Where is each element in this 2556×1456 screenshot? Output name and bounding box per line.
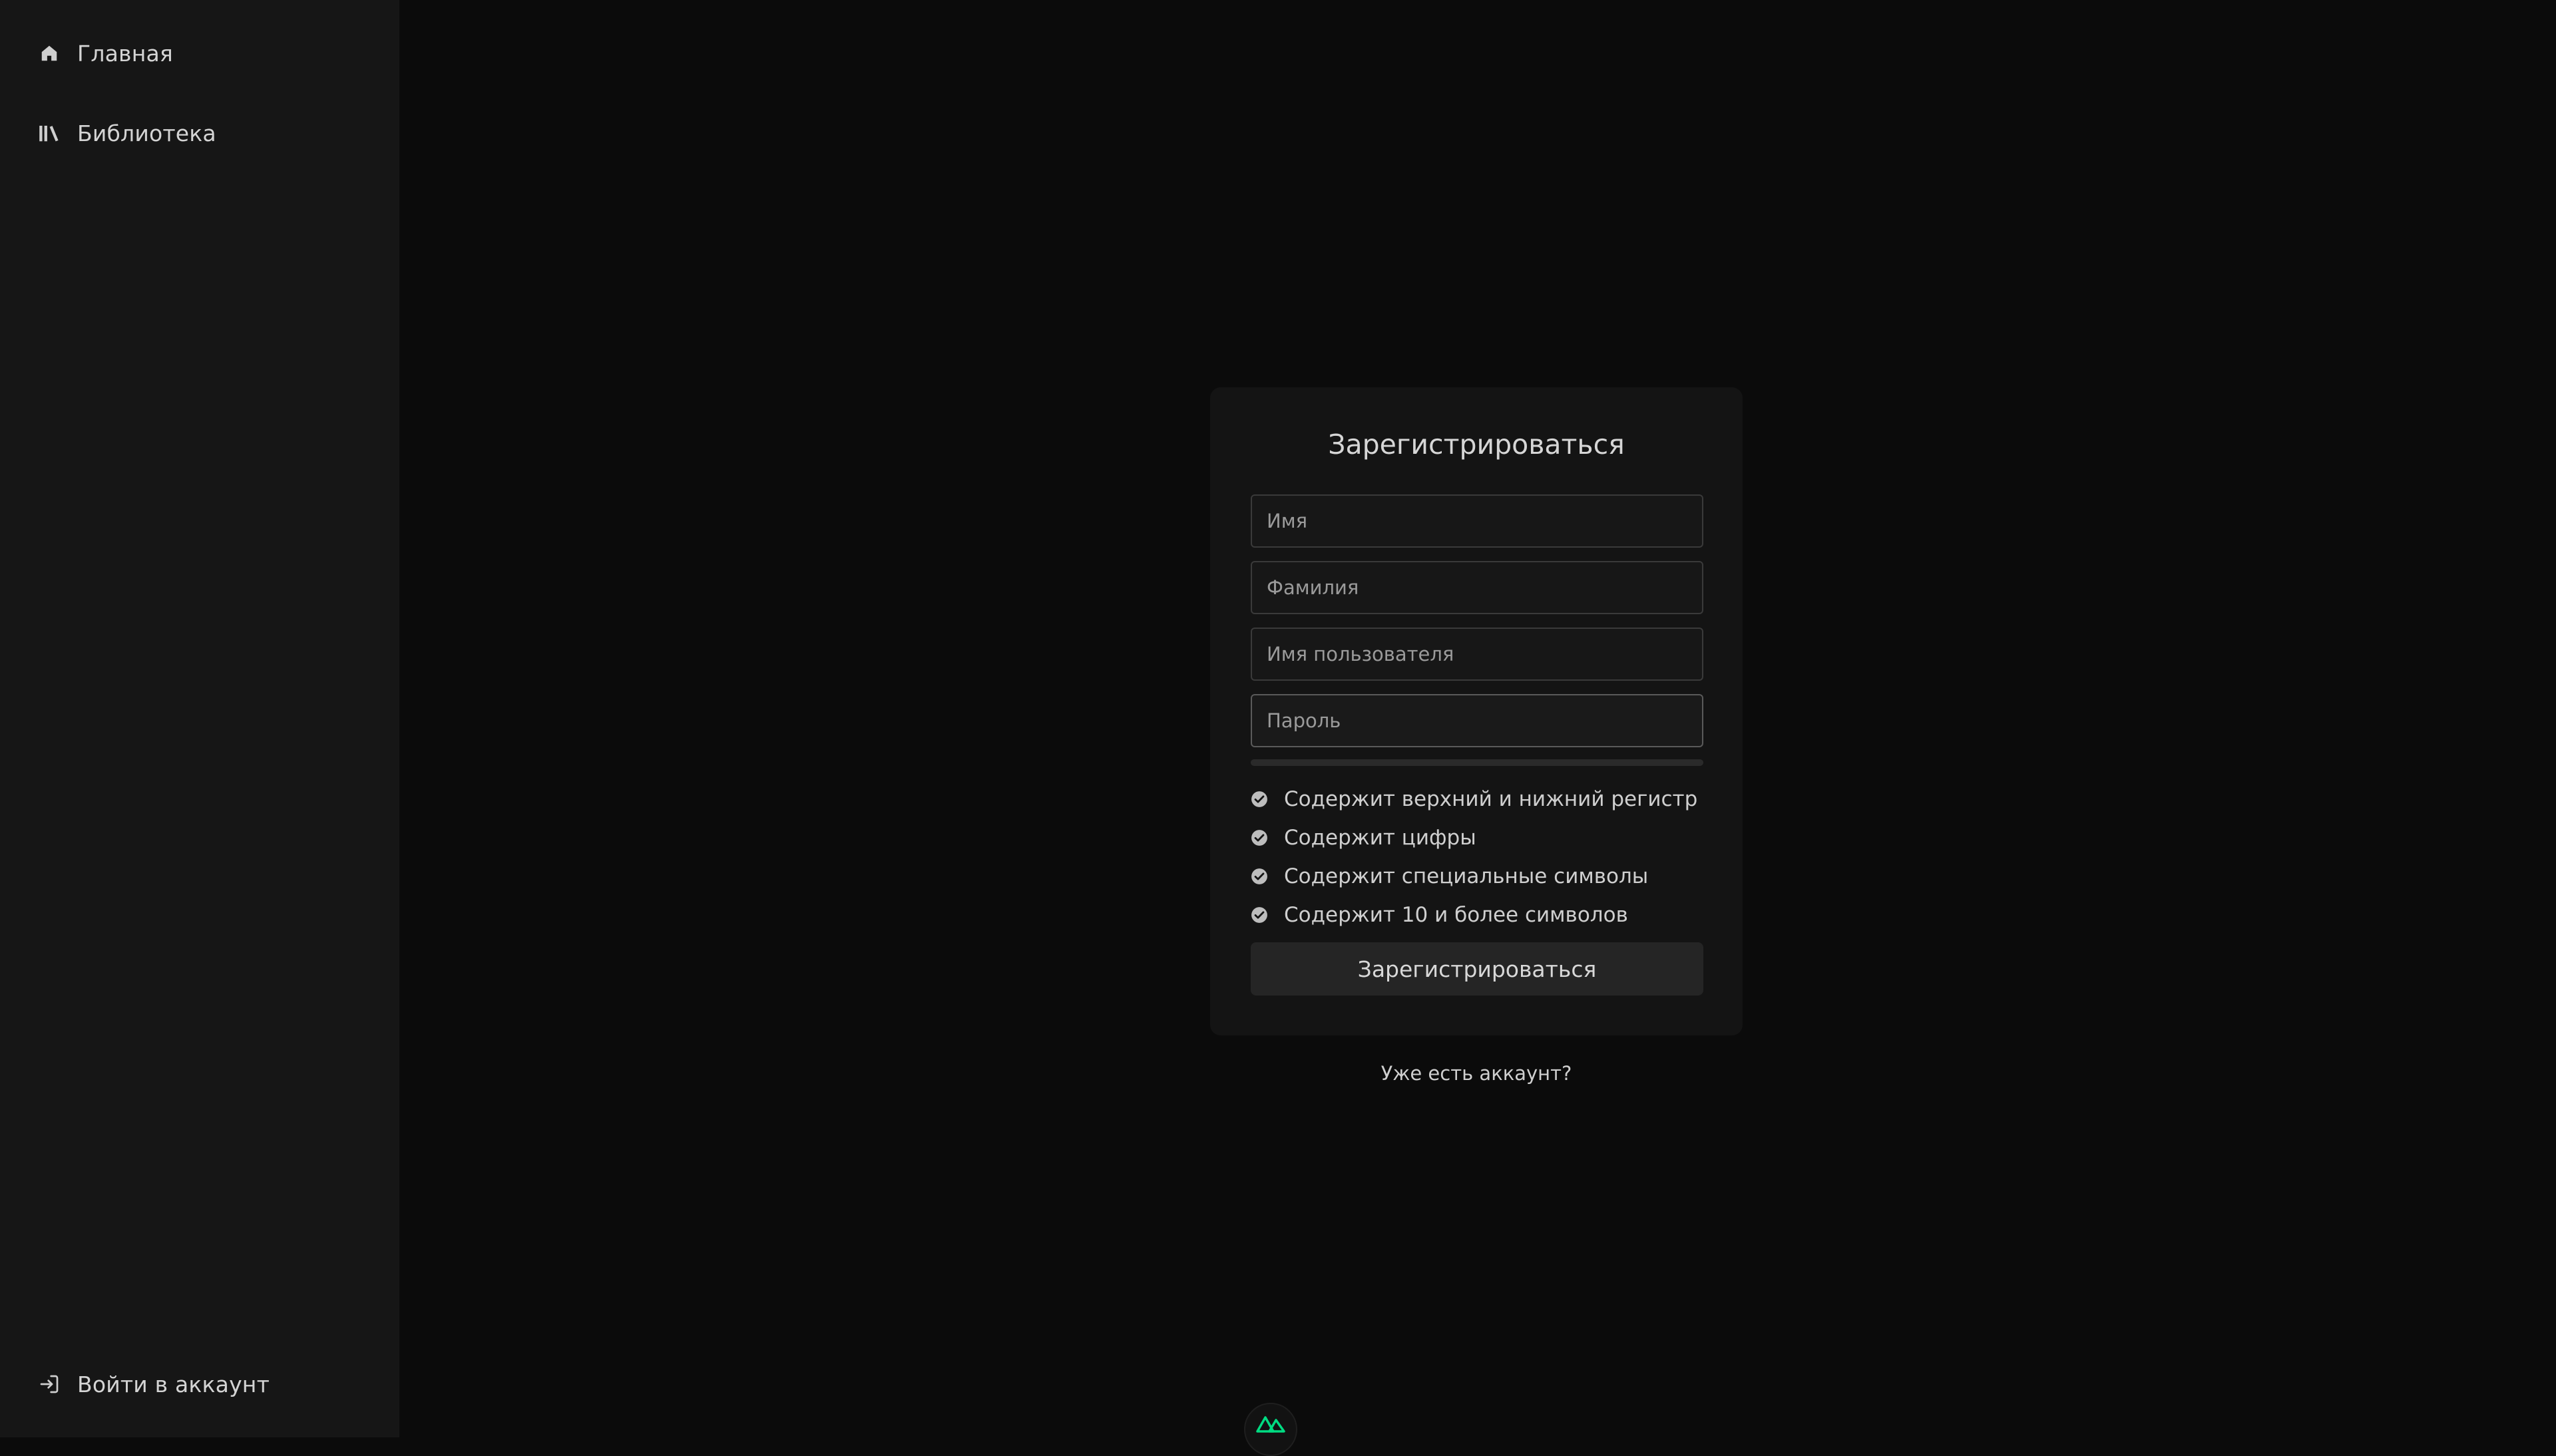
sidebar-footer-label: Войти в аккаунт [77, 1371, 270, 1397]
sidebar-item-login[interactable]: Войти в аккаунт [37, 1364, 270, 1404]
sidebar-item-home[interactable]: Главная [37, 33, 173, 73]
sidebar-item-label: Библиотека [77, 120, 216, 146]
password-input[interactable] [1251, 694, 1703, 747]
login-link[interactable]: Уже есть аккаунт? [1210, 1062, 1743, 1085]
page-title: Зарегистрироваться [1328, 429, 1625, 460]
username-input[interactable] [1251, 628, 1703, 681]
last-name-input[interactable] [1251, 561, 1703, 614]
sidebar-item-label: Главная [77, 40, 173, 67]
check-circle-icon [1251, 907, 1267, 923]
list-item: Содержит специальные символы [1251, 857, 1703, 896]
register-button[interactable]: Зарегистрироваться [1251, 942, 1703, 996]
check-circle-icon [1251, 868, 1267, 884]
list-item: Содержит верхний и нижний регистр [1251, 780, 1703, 819]
password-rules-list: Содержит верхний и нижний регистр Содерж… [1251, 780, 1703, 934]
sidebar: Главная Библиотека Войти в аккаунт [0, 0, 399, 1437]
password-rule-text: Содержит специальные символы [1284, 864, 1649, 888]
password-rule-text: Содержит 10 и более символов [1284, 903, 1628, 927]
sidebar-item-library[interactable]: Библиотека [37, 113, 216, 153]
password-strength-bar [1251, 759, 1703, 766]
nuxt-logo-badge[interactable] [1244, 1403, 1297, 1456]
check-circle-icon [1251, 830, 1267, 846]
home-icon [37, 41, 61, 65]
register-card: Зарегистрироваться [1210, 387, 1743, 1035]
nuxt-logo-icon [1256, 1416, 1285, 1433]
first-name-input[interactable] [1251, 494, 1703, 548]
library-icon [37, 121, 61, 145]
login-icon [37, 1372, 61, 1396]
list-item: Содержит 10 и более символов [1251, 896, 1703, 934]
check-circle-icon [1251, 791, 1267, 807]
password-rule-text: Содержит верхний и нижний регистр [1284, 787, 1698, 811]
list-item: Содержит цифры [1251, 819, 1703, 857]
password-rule-text: Содержит цифры [1284, 826, 1476, 850]
